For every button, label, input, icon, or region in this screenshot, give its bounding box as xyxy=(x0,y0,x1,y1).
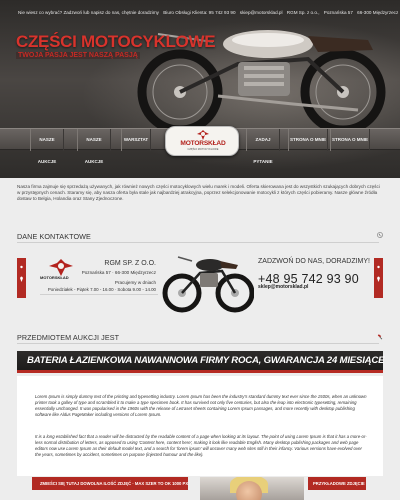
hours-divider xyxy=(40,294,158,295)
topbar-street: Poznańska 57 xyxy=(323,10,353,15)
topbar-tagline: Nie wiesz co wybrać? Zadzwoń lub napisz … xyxy=(18,10,159,15)
promo-left-text: ZMIEŚCI SIĘ TUTAJ DOWOLNA ILOŚĆ ZDJĘĆ · … xyxy=(40,481,189,486)
company-name: RGM SP. Z O.O. xyxy=(104,260,156,267)
topbar-company: RGM Sp. z o.o., xyxy=(286,10,320,15)
auction-description: Lorem Ipsum is simply dummy text of the … xyxy=(17,376,383,476)
description-paragraph-1: Lorem Ipsum is simply dummy text of the … xyxy=(35,394,367,418)
logo-wordmark: MOTORSKŁAD xyxy=(180,140,226,147)
promo-banner-right: PRZYKŁADOWE ZDJĘCIE xyxy=(308,477,366,490)
logo-tagline: CZĘŚCI MOTOCYKLOWE xyxy=(187,148,219,151)
nav-item-warsztat[interactable]: WARSZTAT xyxy=(121,129,151,151)
gavel-icon xyxy=(377,334,383,340)
topbar-email[interactable]: skiep@motorsklad.pl xyxy=(240,10,283,15)
email-link[interactable]: sklep@motorsklad.pl xyxy=(258,284,308,290)
logo-skull-icon xyxy=(197,130,209,140)
phone-icon xyxy=(377,232,383,238)
auction-title-bar: BATERIA ŁAZIENKOWA NAWANNOWA FIRMY ROCA,… xyxy=(17,351,385,373)
topbar-city: 66-300 Międzyrzecz xyxy=(357,10,399,15)
nav-item-strona-o-mnie[interactable]: STRONA O MNIE xyxy=(288,129,328,151)
promo-photo xyxy=(200,477,304,500)
topbar-contact-strip: Nie wiesz co wybrać? Zadzwoń lub napisz … xyxy=(0,10,400,20)
right-accent-tab xyxy=(374,258,383,298)
opening-hours-label: Pracujemy w dniach xyxy=(114,280,156,285)
page: Nie wiesz co wybrać? Zadzwoń lub napisz … xyxy=(0,0,400,500)
call-to-action: ZADZWOŃ DO NAS, DORADZIMY! xyxy=(258,258,370,265)
promo-photo-face xyxy=(236,481,262,500)
nav-item-nasze-aukcje[interactable]: NASZE AUKCJE xyxy=(30,129,64,164)
nav-item-zadaj-pytanie[interactable]: ZADAJ PYTANIE xyxy=(246,129,280,164)
promo-right-text: PRZYKŁADOWE ZDJĘCIE xyxy=(313,481,365,486)
contacts-section-title: DANE KONTAKTOWE xyxy=(17,232,91,241)
nav-item-nasze-aukcje-2[interactable]: NASZE AUKCJE xyxy=(77,129,111,164)
auction-section-title: PRZEDMIOTEM AUKCJI JEST xyxy=(17,333,120,342)
nav-item-strona-o-mnie-2[interactable]: STRONA O MNIE xyxy=(330,129,370,151)
auction-divider xyxy=(17,343,379,344)
location-pin-icon-right xyxy=(377,265,380,282)
intro-text: Nasza firma zajmuje się sprzedażą używan… xyxy=(17,184,380,201)
topbar-phone[interactable]: Biuro Obsługi Klienta: 95 742 93 90 xyxy=(163,10,235,15)
location-pin-icon xyxy=(20,265,23,282)
hero-subtitle: TWOJA PASJA JEST NASZĄ PASJĄ xyxy=(16,52,140,59)
contact-motorcycle-image xyxy=(162,256,254,313)
description-paragraph-2: It is a long established fact that a rea… xyxy=(35,434,367,458)
left-accent-tab xyxy=(17,258,26,298)
promo-banner-left: ZMIEŚCI SIĘ TUTAJ DOWOLNA ILOŚĆ ZDJĘĆ · … xyxy=(32,477,188,490)
opening-hours: Poniedziałek - Piątek 7.00 - 16.00 · Sob… xyxy=(47,287,156,292)
auction-title: BATERIA ŁAZIENKOWA NAWANNOWA FIRMY ROCA,… xyxy=(27,355,385,366)
hero-title: CZĘŚCI MOTOCYKLOWE xyxy=(16,32,216,51)
site-logo[interactable]: MOTORSKŁAD CZĘŚCI MOTOCYKLOWE xyxy=(165,126,239,156)
company-address: Poznańska 57 · 66-300 Międzyrzecz xyxy=(81,270,156,275)
contact-logo-wordmark: MOTORSKŁAD xyxy=(40,275,69,280)
